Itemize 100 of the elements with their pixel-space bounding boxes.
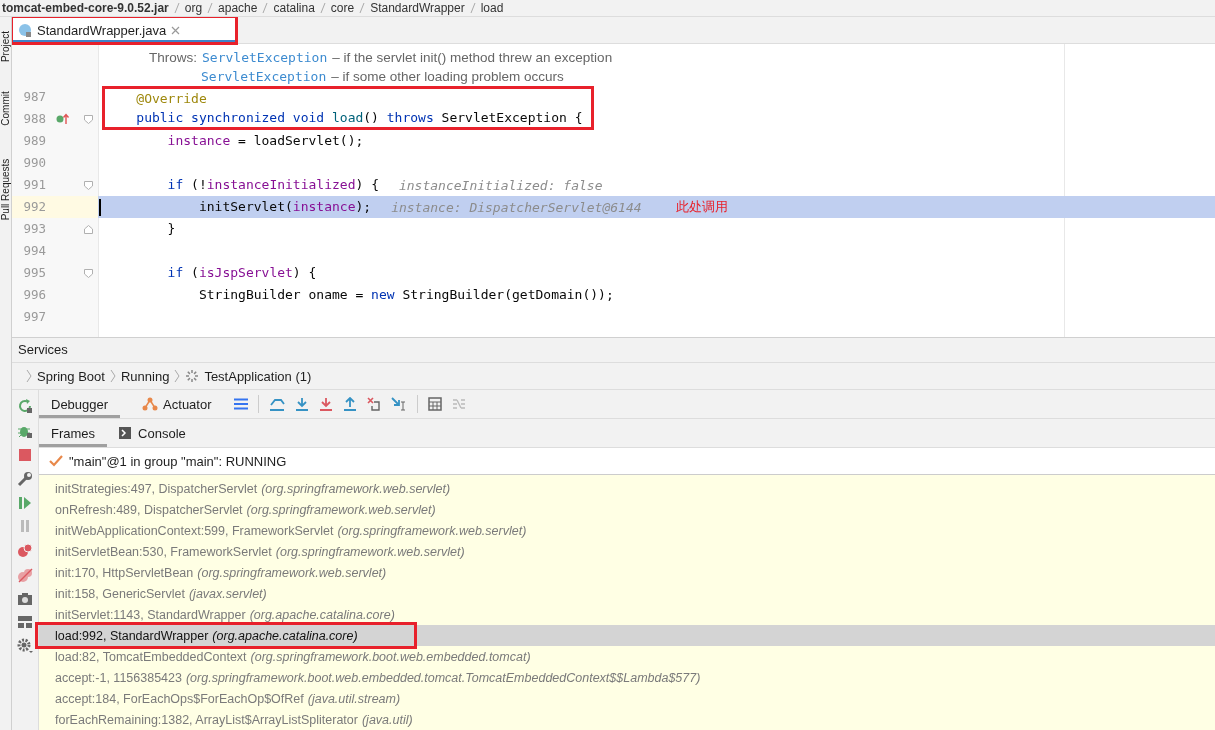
rerun-icon[interactable] [17, 398, 33, 414]
wrench-icon[interactable] [17, 471, 33, 487]
pause-icon[interactable] [18, 519, 32, 533]
resume-icon[interactable] [18, 496, 32, 510]
frame-package: (org.springframework.boot.web.embedded.tomcat) [250, 649, 531, 664]
service-path-item[interactable]: Spring Boot [37, 368, 105, 384]
breadcrumb-item[interactable]: core [330, 1, 355, 15]
debugger-tab[interactable]: Debugger [39, 390, 121, 418]
fold-icon[interactable] [84, 224, 93, 234]
tool-window-tab[interactable]: Project [0, 23, 11, 69]
stack-frame[interactable]: initStrategies:497, DispatcherServlet (org.springframework.web.servlet) [39, 478, 1215, 499]
chevron-icon [174, 369, 181, 383]
separator-icon [262, 2, 269, 14]
stack-frame[interactable]: init:170, HttpServletBean (org.springframework.web.servlet) [39, 562, 1215, 583]
frame-location: initWebApplicationContext:599, FrameworkServlet [55, 523, 334, 538]
frame-location: initStrategies:497, DispatcherServlet [55, 481, 258, 496]
stack-frame[interactable]: forEachRemaining:1382, ArrayList$ArrayListSpliterator (java.util) [39, 709, 1215, 730]
panel-title: Services [12, 338, 1215, 363]
breakpoints-icon[interactable] [17, 542, 33, 558]
debugger-tab[interactable]: Actuator [130, 390, 224, 418]
fold-icon[interactable] [84, 268, 93, 278]
frame-location: init:170, HttpServletBean [55, 565, 194, 580]
settings-icon[interactable] [17, 638, 33, 654]
stack-frame[interactable]: initServletBean:530, FrameworkServlet (org.springframework.web.servlet) [39, 541, 1215, 562]
run-to-cursor-icon[interactable] [390, 397, 407, 411]
thread-selector[interactable]: "main"@1 in group "main": RUNNING [69, 453, 287, 469]
frame-package: (javax.servlet) [188, 586, 267, 601]
layout-icon[interactable] [17, 615, 33, 629]
stack-frame[interactable]: accept:-1, 1156385423 (org.springframework.boot.web.embedded.tomcat.TomcatEmbeddedContext$$Lambda$577) [39, 667, 1215, 688]
doc-text: – if some other loading problem occurs [331, 69, 564, 84]
calculator-icon[interactable] [427, 397, 442, 411]
separator-icon [319, 2, 326, 14]
show-execution-point-icon[interactable] [268, 397, 285, 411]
frame-location: init:158, GenericServlet [55, 586, 185, 601]
close-icon[interactable] [171, 25, 181, 35]
breadcrumb-item[interactable]: load [480, 1, 504, 15]
frame-package: (org.springframework.web.servlet) [246, 502, 436, 517]
frame-package: (org.apache.catalina.core) [249, 607, 395, 622]
check-icon [49, 455, 63, 467]
code-text: if (isJspServlet) { [166, 264, 317, 282]
stack-frame[interactable]: accept:184, ForEachOps$ForEachOp$OfRef (java.util.stream) [39, 688, 1215, 709]
editor-tab[interactable]: StandardWrapper.java [12, 17, 237, 43]
code-text: public synchronized void load() throws ServletException { [102, 108, 594, 130]
fold-icon[interactable] [84, 180, 93, 190]
drop-frame-icon[interactable] [366, 397, 381, 411]
service-path-item[interactable]: Running [120, 368, 170, 384]
line-number: 989 [22, 132, 47, 150]
step-into-icon[interactable] [318, 397, 333, 411]
fold-icon[interactable] [84, 114, 93, 124]
stack-frame[interactable]: init:158, GenericServlet (javax.servlet) [39, 583, 1215, 604]
exception-link[interactable]: ServletException [202, 50, 328, 65]
frame-location: forEachRemaining:1382, ArrayList$ArrayListSpliterator [55, 712, 358, 727]
frame-location: load:82, TomcatEmbeddedContext [55, 649, 247, 664]
inline-value-hint: instanceInitialized: false [397, 177, 603, 193]
breadcrumb-item[interactable]: tomcat-embed-core-9.0.52.jar [2, 1, 169, 15]
stack-frame[interactable]: initWebApplicationContext:599, FrameworkServlet (org.springframework.web.servlet) [39, 520, 1215, 541]
stack-frame[interactable]: load:82, TomcatEmbeddedContext (org.springframework.boot.web.embedded.tomcat) [39, 646, 1215, 667]
inline-value-hint: instance: DispatcherServlet@6144 [390, 199, 642, 215]
breadcrumb-item[interactable]: StandardWrapper [370, 1, 465, 15]
tool-window-tab[interactable]: Pull Requests [0, 147, 11, 231]
frame-package: (org.springframework.web.servlet) [337, 523, 527, 538]
frame-package: (org.springframework.boot.web.embedded.tomcat.TomcatEmbeddedContext$$Lambda$577) [185, 670, 701, 685]
camera-icon[interactable] [17, 592, 33, 606]
code-text: @Override [102, 86, 594, 108]
chevron-icon [26, 369, 32, 383]
line-number: 990 [22, 154, 47, 172]
line-number: 988 [22, 110, 47, 128]
override-marker-icon[interactable] [56, 113, 70, 125]
service-path-item[interactable]: TestApplication (1) [204, 368, 312, 384]
mute-breakpoints-icon[interactable] [17, 567, 33, 583]
breadcrumb-item[interactable]: org [184, 1, 203, 15]
tool-window-tab[interactable]: Commit [0, 83, 11, 133]
annotation-note: 此处调用 [674, 198, 728, 216]
stack-frame[interactable]: load:992, StandardWrapper (org.apache.catalina.core) [39, 625, 1215, 646]
view-tab[interactable]: Console [107, 419, 198, 447]
frame-location: accept:-1, 1156385423 [55, 670, 182, 685]
step-over-icon[interactable] [294, 397, 309, 411]
doc-label: Throws: [149, 50, 197, 65]
separator-icon [173, 2, 180, 14]
view-tab[interactable]: Frames [39, 419, 108, 447]
stop-icon[interactable] [18, 448, 32, 462]
spinner-icon [185, 369, 200, 383]
frame-location: onRefresh:489, DispatcherServlet [55, 502, 243, 517]
step-out-icon[interactable] [342, 397, 357, 411]
line-number: 997 [22, 308, 47, 326]
code-text: } [166, 220, 176, 238]
separator-icon [207, 2, 214, 14]
code-text: StringBuilder oname = new StringBuilder(getDomain()); [197, 286, 614, 304]
code-text: if (!instanceInitialized) { [166, 176, 379, 194]
stack-frame[interactable]: onRefresh:489, DispatcherServlet (org.springframework.web.servlet) [39, 499, 1215, 520]
line-number: 987 [22, 88, 47, 106]
actuator-icon [142, 397, 159, 411]
console-icon [119, 427, 132, 439]
stack-frame[interactable]: initServlet:1143, StandardWrapper (org.apache.catalina.core) [39, 604, 1215, 625]
class-file-icon [18, 23, 32, 37]
breadcrumb-item[interactable]: apache [218, 1, 258, 15]
frame-package: (org.apache.catalina.core) [212, 628, 358, 643]
breadcrumb-item[interactable]: catalina [273, 1, 315, 15]
exception-link[interactable]: ServletException [201, 69, 327, 84]
menu-icon[interactable] [233, 398, 248, 410]
